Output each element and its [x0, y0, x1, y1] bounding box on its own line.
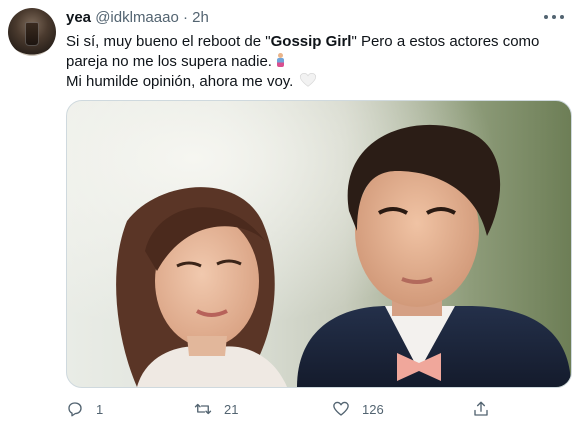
reply-button[interactable]: 1: [66, 398, 103, 420]
share-button[interactable]: [472, 398, 490, 420]
separator-dot: ·: [182, 9, 188, 26]
tweet-text-line1-pre: Si sí, muy bueno el reboot de ": [66, 33, 271, 50]
like-button[interactable]: 126: [332, 398, 384, 420]
tweet-actions: 1 21 126: [66, 398, 556, 420]
retweet-button[interactable]: 21: [194, 398, 238, 420]
tweet-time[interactable]: 2h: [192, 9, 209, 26]
tweet-text-line3: Mi humilde opinión, ahora me voy.: [66, 73, 294, 90]
tweet-header: yea @idklmaaao · 2h: [66, 9, 209, 27]
tweet-card[interactable]: yea @idklmaaao · 2h Si sí, muy bueno el …: [0, 0, 578, 432]
more-options-icon[interactable]: [544, 10, 564, 24]
person-emoji-icon: [276, 53, 284, 67]
tweet-text-line2: pareja no me los supera nadie.: [66, 53, 272, 70]
avatar[interactable]: [8, 8, 56, 56]
retweet-count: 21: [224, 401, 239, 417]
tweet-text-bold: Gossip Girl: [270, 33, 352, 50]
reply-count: 1: [96, 401, 104, 417]
reply-icon: [68, 402, 82, 417]
tweet-text-line1-post: " Pero a estos actores como: [351, 33, 540, 50]
tweet-image[interactable]: [66, 100, 572, 388]
white-heart-icon: [300, 73, 317, 87]
author-handle[interactable]: @idklmaaao: [95, 9, 179, 26]
tweet-text: Si sí, muy bueno el reboot de "Gossip Gi…: [66, 32, 556, 92]
like-count: 126: [362, 401, 384, 417]
retweet-icon: [194, 403, 212, 415]
author-name[interactable]: yea: [66, 9, 91, 26]
heart-icon: [333, 401, 349, 416]
couple-photo: [67, 101, 571, 387]
share-icon: [474, 401, 488, 416]
avatar-glass-image: [25, 22, 39, 46]
